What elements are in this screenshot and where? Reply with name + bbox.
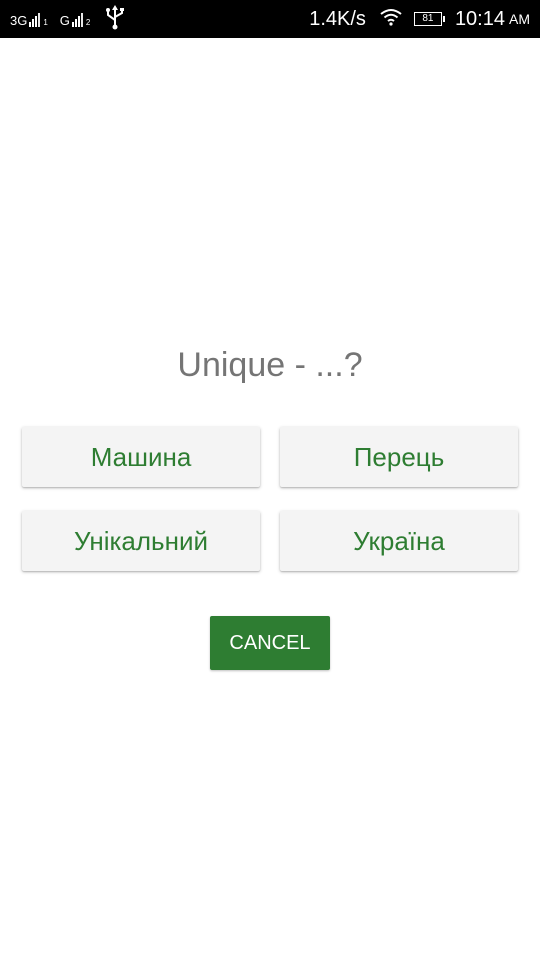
- status-bar-left: 3G 1 G 2: [10, 0, 126, 38]
- sim1-index: 1: [43, 18, 48, 27]
- answer-button-1[interactable]: Машина: [22, 427, 260, 487]
- answer-button-4[interactable]: Україна: [280, 511, 518, 571]
- sim2-index: 2: [85, 18, 91, 27]
- clock-ampm: AM: [509, 11, 530, 27]
- clock-time: 10:14: [454, 7, 505, 30]
- status-bar: 3G 1 G 2 1.4K/s 81 10:14 AM: [0, 0, 540, 38]
- cancel-button[interactable]: CANCEL: [210, 616, 330, 670]
- wifi-icon: [380, 8, 402, 31]
- sim1-signal-bars-icon: [29, 11, 41, 27]
- status-bar-right: 1.4K/s 81 10:14 AM: [309, 0, 530, 38]
- screen: 3G 1 G 2 1.4K/s 81 10:14 AM Unique - ...…: [0, 0, 540, 960]
- battery-level: 81: [422, 13, 434, 24]
- battery-icon: 81: [413, 12, 445, 26]
- usb-icon: [104, 4, 126, 35]
- sim1-signal: 3G 1: [10, 11, 48, 27]
- sim2-signal: G 2: [59, 11, 91, 28]
- network-speed: 1.4K/s: [309, 7, 366, 30]
- sim1-network-type: 3G: [10, 13, 28, 28]
- answer-button-3[interactable]: Унікальний: [22, 511, 260, 571]
- answer-button-2[interactable]: Перець: [280, 427, 518, 487]
- question-text: Unique - ...?: [177, 346, 363, 384]
- sim2-network-type: G: [59, 13, 70, 28]
- sim2-signal-bars-icon: [71, 11, 84, 27]
